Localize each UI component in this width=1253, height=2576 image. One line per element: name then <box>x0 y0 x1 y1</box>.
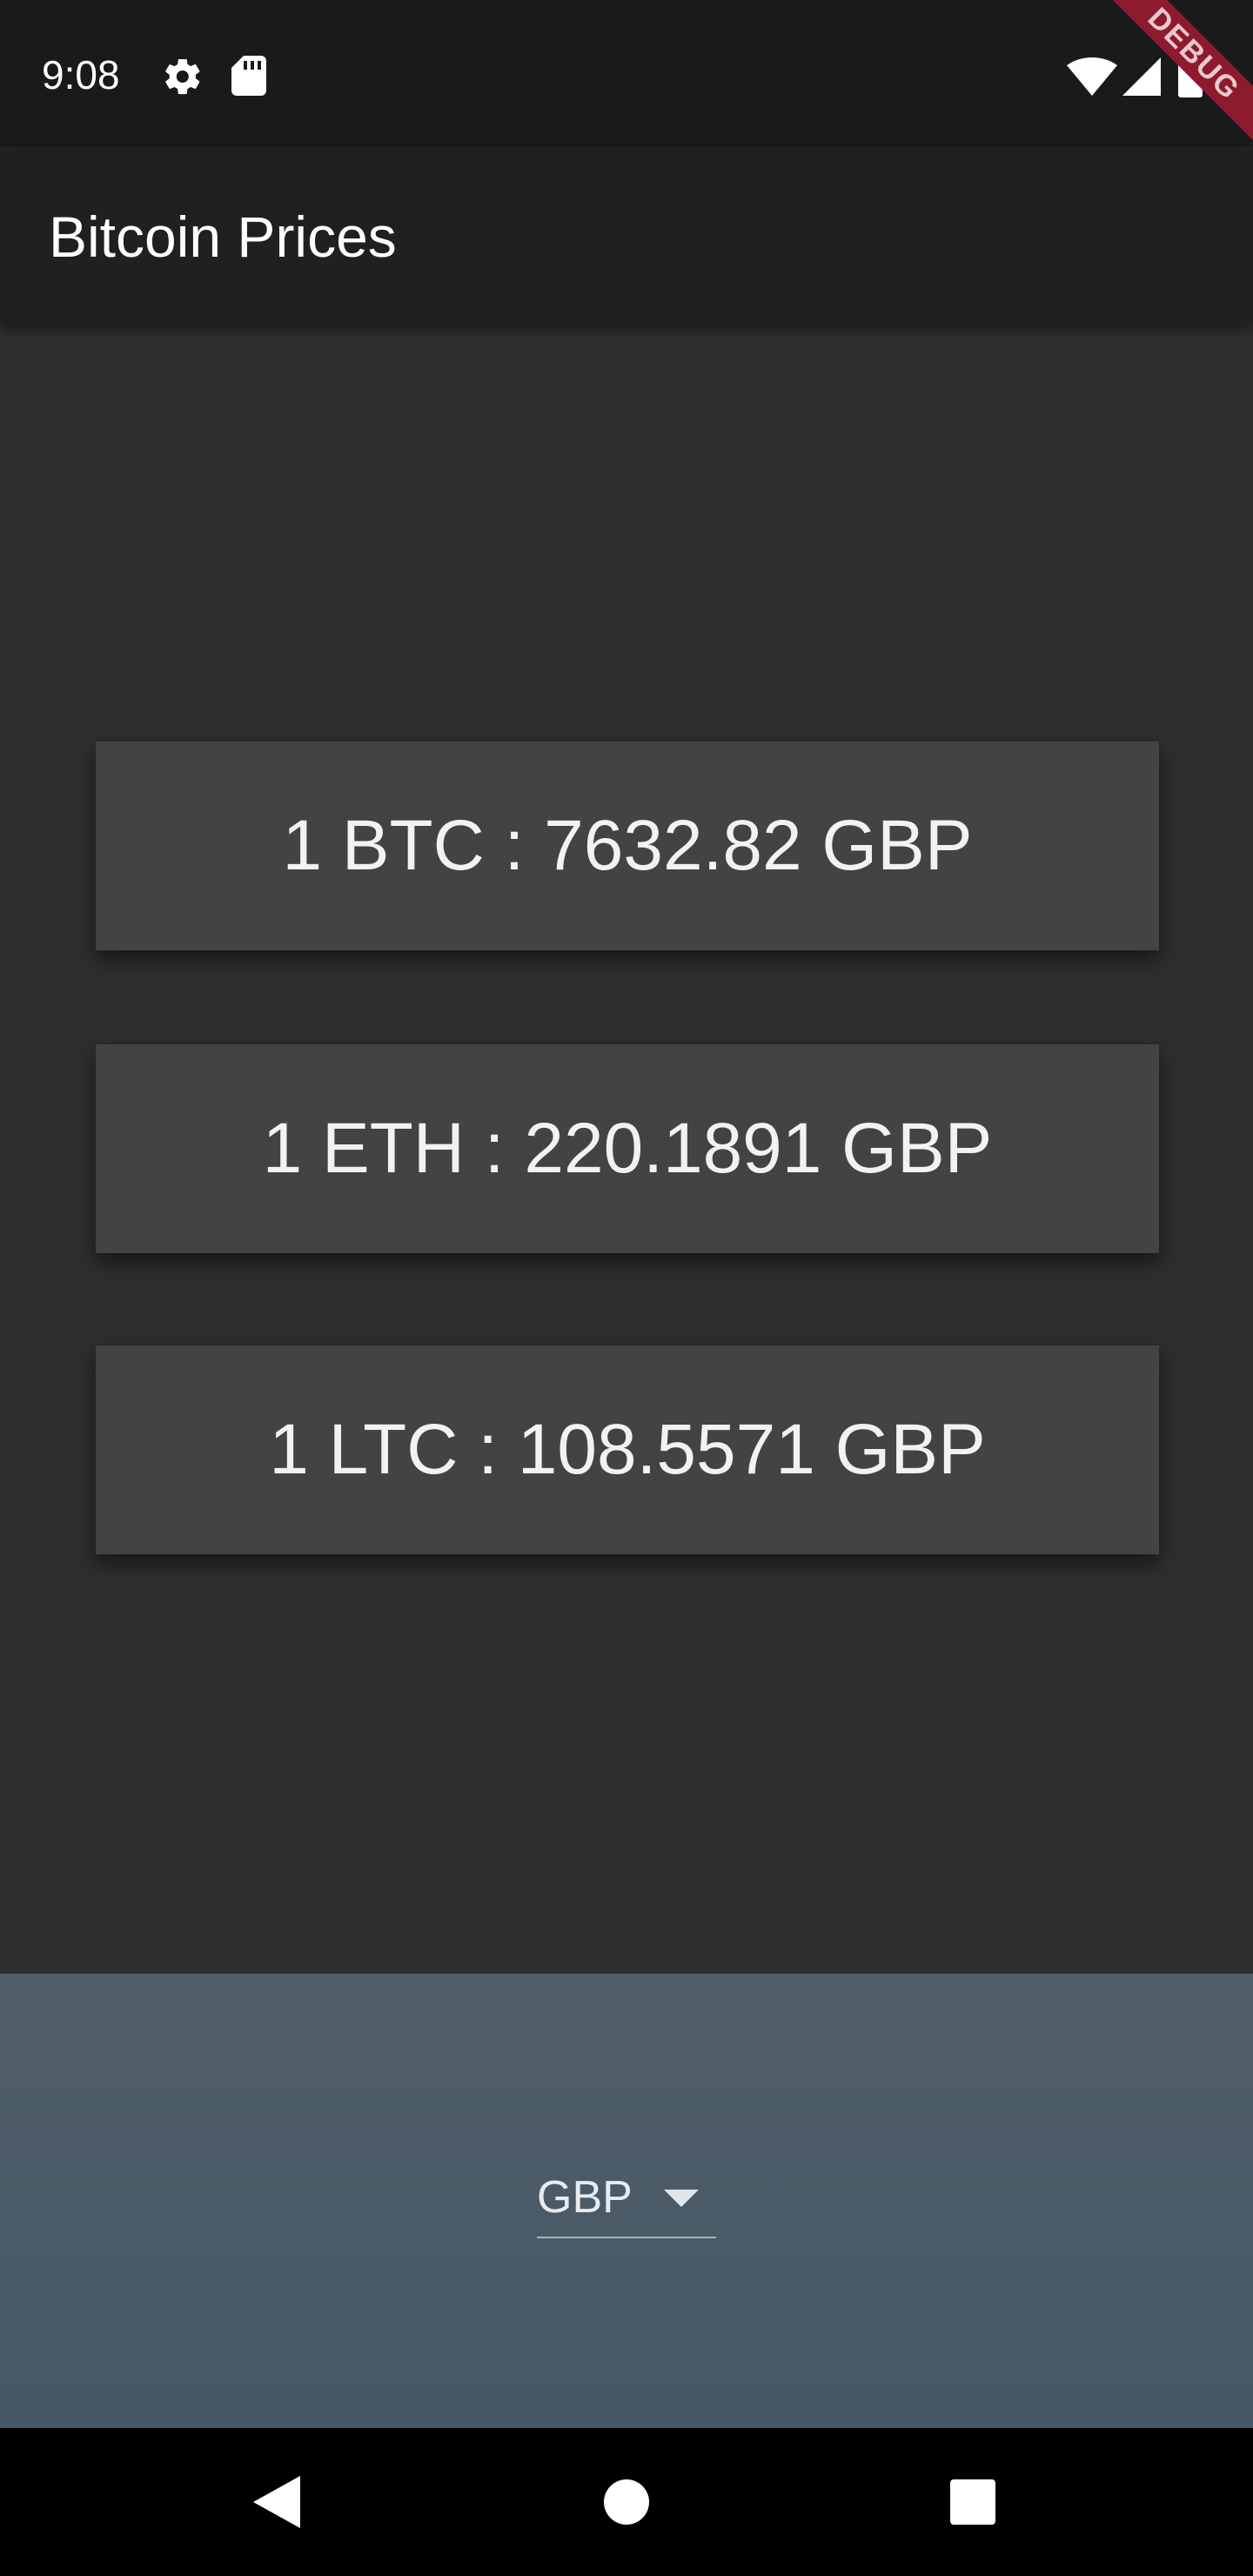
home-button[interactable] <box>548 2428 705 2576</box>
price-text-ltc: 1 LTC : 108.5571 GBP <box>269 1410 986 1489</box>
app-bar: Bitcoin Prices <box>0 146 1253 324</box>
recents-icon <box>950 2479 995 2525</box>
cellular-signal-icon <box>1122 57 1161 96</box>
currency-picker-area: GBP <box>0 1974 1253 2428</box>
home-icon <box>604 2479 649 2525</box>
status-bar: 9:08 <box>0 0 1253 146</box>
page-title: Bitcoin Prices <box>49 205 397 269</box>
status-time: 9:08 <box>42 52 120 97</box>
currency-dropdown-value: GBP <box>537 2172 633 2223</box>
gear-icon <box>165 58 200 95</box>
price-list: 1 BTC : 7632.82 GBP 1 ETH : 220.1891 GBP… <box>0 324 1253 1974</box>
back-button[interactable] <box>198 2428 355 2576</box>
currency-dropdown[interactable]: GBP <box>537 2163 716 2238</box>
dropdown-underline <box>537 2237 716 2238</box>
price-card-eth: 1 ETH : 220.1891 GBP <box>96 1044 1159 1253</box>
sd-card-icon <box>231 56 266 96</box>
app-screen: 9:08 DEBUG Bitcoin Prices 1 BTC : 7632.8… <box>0 0 1253 2576</box>
dropdown-arrow-icon <box>664 2190 699 2207</box>
price-text-btc: 1 BTC : 7632.82 GBP <box>282 806 973 885</box>
recents-button[interactable] <box>895 2428 1051 2576</box>
price-text-eth: 1 ETH : 220.1891 GBP <box>262 1109 993 1188</box>
price-card-btc: 1 BTC : 7632.82 GBP <box>96 741 1159 950</box>
price-card-ltc: 1 LTC : 108.5571 GBP <box>96 1345 1159 1554</box>
back-icon <box>253 2476 300 2528</box>
wifi-icon <box>1067 57 1117 96</box>
navigation-bar <box>0 2428 1253 2576</box>
